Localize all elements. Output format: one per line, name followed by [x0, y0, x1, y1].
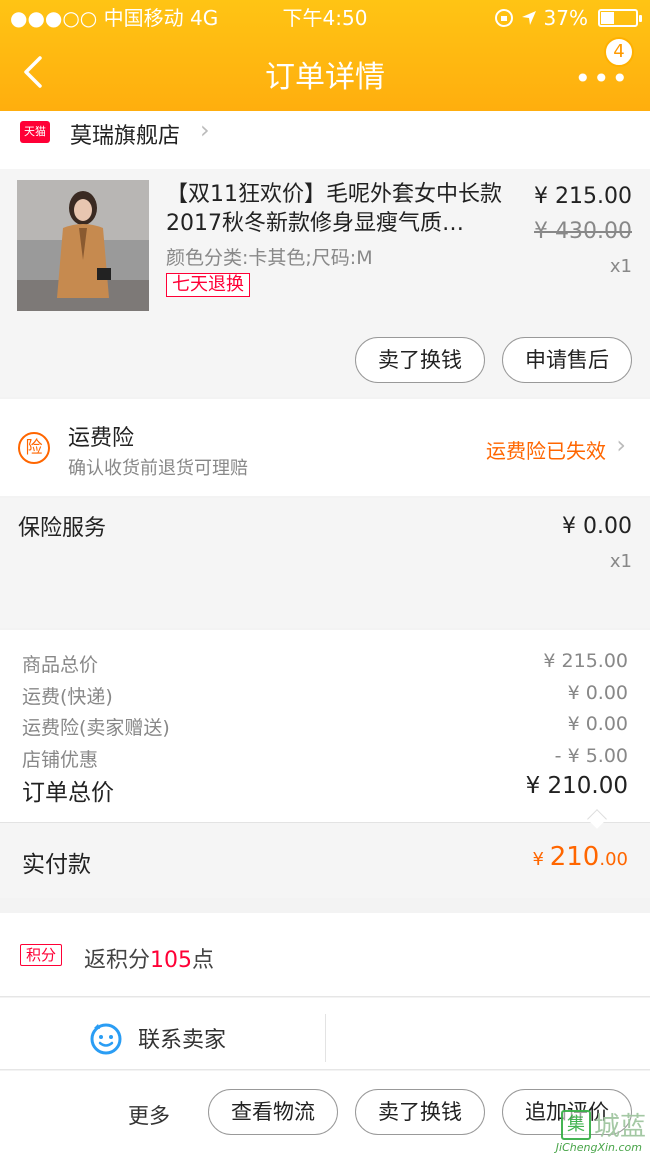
sell-for-cash-bottom-button[interactable]: 卖了换钱 — [355, 1089, 485, 1135]
watermark-url: JiChengXin.com — [555, 1141, 642, 1154]
insurance-status[interactable]: 运费险已失效 — [486, 435, 606, 464]
summary-value: - ¥ 5.00 — [554, 745, 628, 767]
header-bar: ●●●○○ 中国移动 4G 下午4:50 37% 订单详情 ••• 4 — [0, 0, 650, 111]
order-total-value: ¥ 210.00 — [525, 773, 628, 799]
battery-fill — [601, 12, 615, 24]
summary-value: ¥ 0.00 — [567, 682, 628, 704]
paid-currency: ¥ — [532, 849, 550, 870]
watermark: 集 城蓝 — [560, 1106, 646, 1143]
insurance-icon: 险 — [18, 432, 50, 464]
view-logistics-button[interactable]: 查看物流 — [208, 1089, 338, 1135]
summary-row: 运费险(卖家赠送) ¥ 0.00 — [22, 713, 628, 740]
shop-chevron-icon: › — [200, 116, 210, 144]
after-sale-button[interactable]: 申请售后 — [502, 337, 632, 383]
insurance-title: 运费险 — [68, 426, 135, 451]
rotation-lock-icon — [494, 9, 513, 27]
service-quantity: x1 — [609, 551, 632, 572]
summary-label: 运费(快递) — [22, 686, 113, 708]
paid-label: 实付款 — [22, 852, 91, 878]
contact-seller-label: 联系卖家 — [138, 1028, 227, 1053]
product-quantity: x1 — [609, 256, 632, 277]
summary-value: ¥ 215.00 — [543, 650, 628, 672]
insurance-subtitle: 确认收货前退货可理赔 — [68, 458, 248, 479]
summary-label: 商品总价 — [22, 654, 99, 676]
location-icon — [521, 11, 536, 25]
page-title: 订单详情 — [265, 60, 385, 95]
more-actions-button[interactable]: 更多 — [128, 1100, 170, 1130]
summary-label: 店铺优惠 — [22, 749, 99, 771]
product-title[interactable]: 【双11狂欢价】毛呢外套女中长款2017秋冬新款修身显瘦气质… — [166, 180, 506, 238]
points-prefix: 返积分 — [84, 948, 151, 973]
watermark-text: 城蓝 — [593, 1112, 646, 1142]
paid-decimal: .00 — [599, 849, 628, 870]
points-text: 返积分105点 — [84, 942, 214, 974]
order-total-label: 订单总价 — [22, 780, 114, 806]
contact-divider — [325, 1014, 326, 1062]
service-title: 保险服务 — [18, 516, 107, 541]
product-price: ¥ 215.00 — [534, 184, 632, 209]
sell-for-cash-button[interactable]: 卖了换钱 — [355, 337, 485, 383]
product-spec: 颜色分类:卡其色;尺码:M — [166, 247, 373, 269]
product-image[interactable] — [17, 180, 149, 311]
summary-row: 店铺优惠 - ¥ 5.00 — [22, 745, 628, 772]
chat-smile-icon — [90, 1023, 122, 1055]
summary-label: 运费险(卖家赠送) — [22, 717, 170, 739]
points-icon: 积分 — [20, 944, 62, 966]
more-menu-icon[interactable]: ••• — [574, 62, 630, 95]
contact-seller-button[interactable]: 联系卖家 — [88, 1018, 226, 1058]
watermark-logo: 集 — [560, 1109, 591, 1140]
status-bar: ●●●○○ 中国移动 4G 下午4:50 37% — [0, 0, 650, 36]
paid-amount: ¥ 210.00 — [533, 842, 628, 872]
summary-value: ¥ 0.00 — [567, 713, 628, 735]
order-total-row: 订单总价 ¥ 210.00 — [22, 773, 628, 807]
status-right: 37% — [494, 0, 642, 36]
shop-name[interactable]: 莫瑞旗舰店 — [70, 118, 180, 150]
notification-badge: 4 — [604, 37, 634, 67]
tmall-icon: 天猫 — [20, 121, 50, 143]
battery-icon — [598, 9, 642, 27]
summary-row: 商品总价 ¥ 215.00 — [22, 650, 628, 677]
points-amount: 105 — [150, 948, 193, 973]
battery-percent: 37% — [543, 6, 588, 30]
return-policy-tag: 七天退换 — [166, 273, 250, 297]
product-original-price: ¥ 430.00 — [534, 219, 632, 244]
paid-integer: 210 — [549, 842, 600, 872]
service-price: ¥ 0.00 — [562, 514, 632, 539]
insurance-chevron-icon: › — [616, 431, 626, 459]
points-suffix: 点 — [192, 948, 215, 973]
summary-row: 运费(快递) ¥ 0.00 — [22, 682, 628, 709]
